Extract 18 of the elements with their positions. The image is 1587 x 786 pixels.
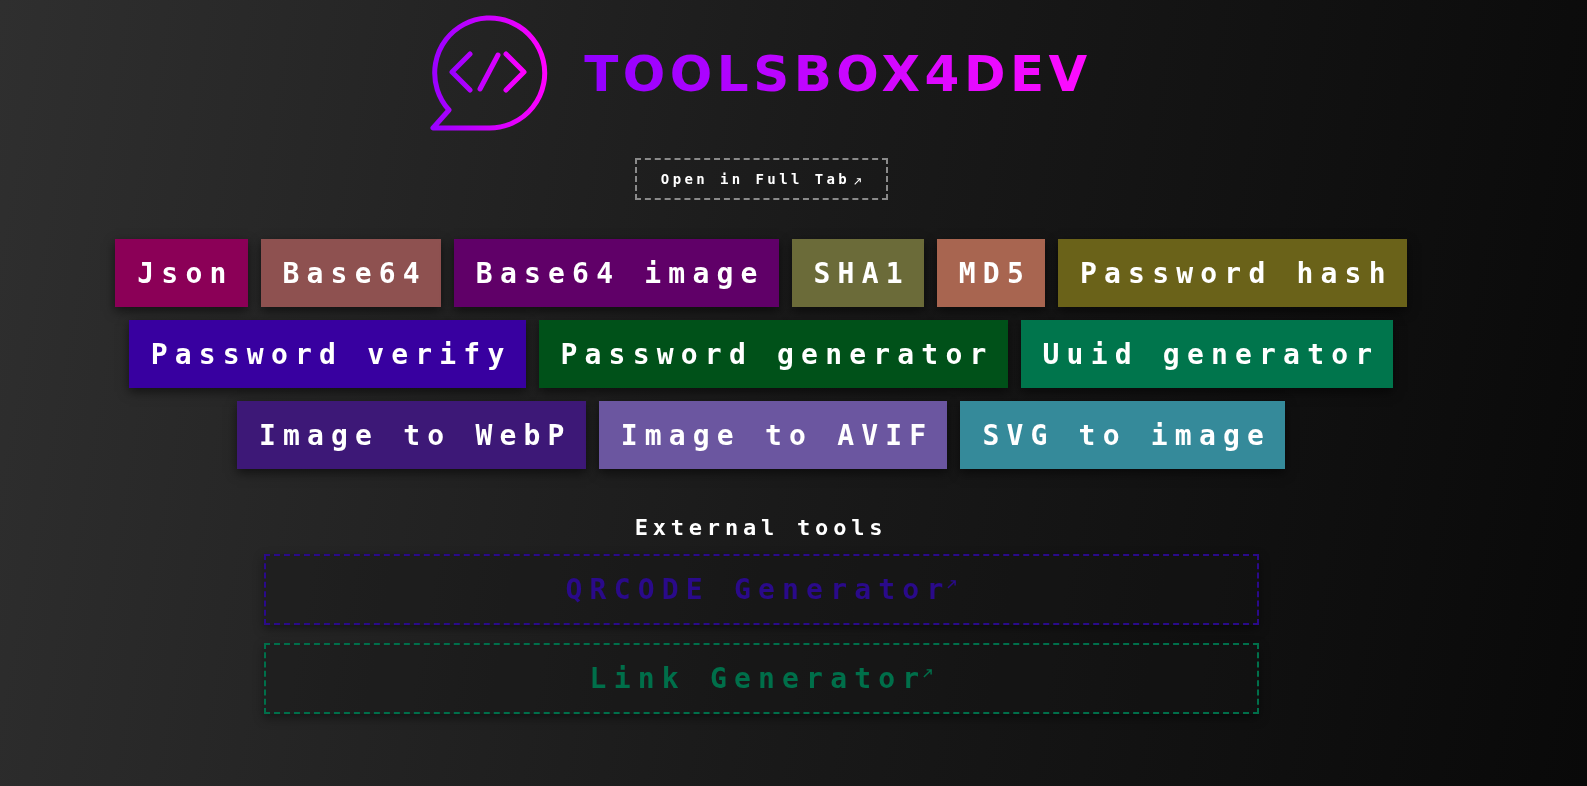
tool-button[interactable]: Password hash [1058, 239, 1407, 307]
arrow-icon [947, 580, 957, 589]
tool-button[interactable]: Base64 [260, 239, 441, 307]
tool-button[interactable]: Base64 image [453, 239, 779, 307]
tool-button[interactable]: Image to WebP [236, 401, 586, 469]
section-heading: External tools [634, 514, 888, 542]
open-full-tab-button[interactable]: Open in Full Tab [634, 158, 888, 200]
tool-button[interactable]: Image to AVIF [598, 401, 948, 469]
tool-button[interactable]: SVG to image [960, 401, 1286, 469]
tool-button[interactable]: Password generator [538, 320, 1008, 388]
code-bubble-logo-icon [430, 13, 549, 131]
tool-button[interactable]: Json [115, 239, 248, 307]
tool-button[interactable]: Password verify [128, 320, 526, 388]
tool-button[interactable]: MD5 [936, 239, 1045, 307]
arrow-icon [923, 669, 933, 678]
arrow-icon [854, 177, 862, 185]
tool-button[interactable]: Uuid generator [1020, 320, 1394, 388]
tool-button[interactable]: SHA1 [791, 239, 924, 307]
